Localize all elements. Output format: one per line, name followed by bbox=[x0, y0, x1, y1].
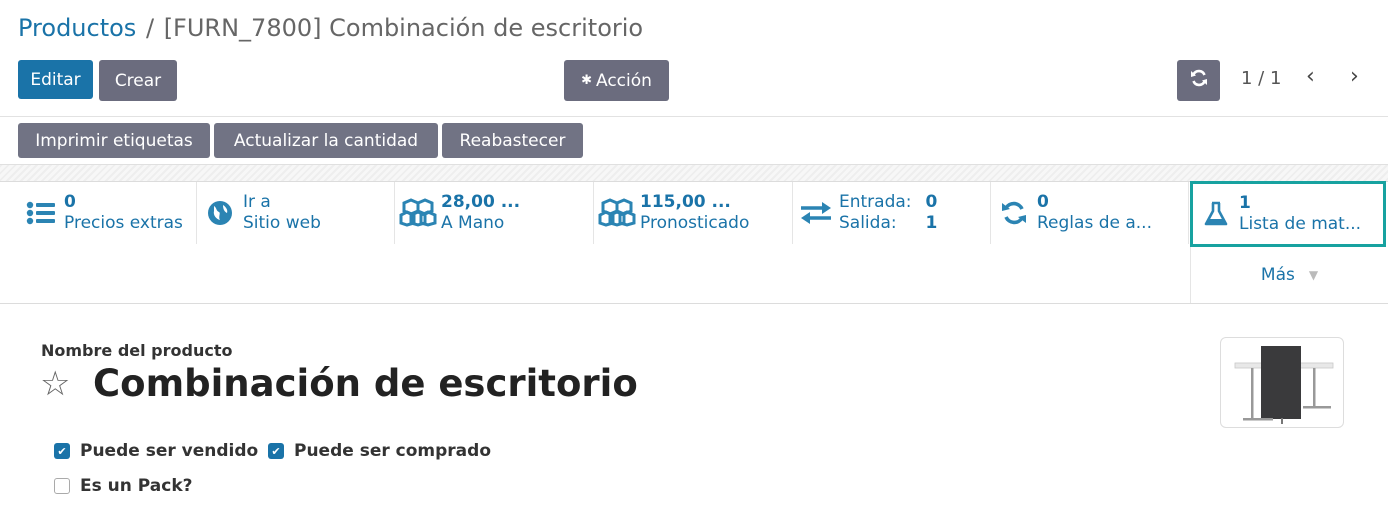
extra-prices-label: Precios extras bbox=[64, 213, 183, 233]
caret-down-icon: ▼ bbox=[1308, 268, 1319, 282]
chevron-right-icon[interactable]: › bbox=[1350, 64, 1359, 89]
can-be-purchased-label: Puede ser comprado bbox=[294, 441, 492, 461]
cubes-icon bbox=[594, 198, 640, 228]
smart-button-bill-of-materials[interactable]: 1 Lista de mat... bbox=[1190, 181, 1386, 247]
print-labels-button[interactable]: Imprimir etiquetas bbox=[18, 123, 210, 158]
smart-button-on-hand[interactable]: 28,00 ... A Mano bbox=[395, 182, 594, 244]
can-be-sold-checkbox[interactable]: ✔ Puede ser vendido bbox=[54, 441, 258, 461]
more-label: Más bbox=[1260, 265, 1295, 285]
exchange-icon bbox=[793, 201, 839, 225]
on-hand-qty: 28,00 ... bbox=[441, 192, 521, 212]
can-be-sold-label: Puede ser vendido bbox=[80, 441, 259, 461]
on-hand-label: A Mano bbox=[441, 213, 505, 233]
checkmark-icon: ✔ bbox=[54, 443, 70, 459]
bom-label: Lista de mat... bbox=[1239, 214, 1362, 234]
forecast-qty: 115,00 ... bbox=[640, 192, 731, 212]
divider bbox=[0, 303, 1388, 304]
list-icon bbox=[18, 201, 64, 225]
product-name-label: Nombre del producto bbox=[41, 341, 233, 360]
is-pack-label: Es un Pack? bbox=[80, 476, 193, 496]
more-dropdown[interactable]: Más ▼ bbox=[1190, 247, 1388, 303]
breadcrumb-separator: / bbox=[145, 14, 155, 42]
website-label: Sitio web bbox=[243, 213, 321, 233]
action-button[interactable]: ✱ Acción bbox=[564, 60, 669, 101]
reorder-rules-count: 0 bbox=[1037, 192, 1049, 212]
bom-count: 1 bbox=[1239, 193, 1251, 213]
website-goto: Ir a bbox=[243, 192, 271, 212]
checkmark-icon: ✔ bbox=[268, 443, 284, 459]
forecast-label: Pronosticado bbox=[640, 213, 750, 233]
out-label: Salida: bbox=[839, 213, 897, 233]
edit-button[interactable]: Editar bbox=[18, 60, 93, 99]
pager-value[interactable]: 1 / 1 bbox=[1241, 68, 1281, 89]
is-pack-checkbox[interactable]: Es un Pack? bbox=[54, 476, 193, 496]
smart-button-forecasted[interactable]: 115,00 ... Pronosticado bbox=[594, 182, 793, 244]
update-quantity-button[interactable]: Actualizar la cantidad bbox=[214, 123, 438, 158]
breadcrumb-current: [FURN_7800] Combinación de escritorio bbox=[163, 14, 644, 42]
refresh-icon bbox=[1189, 68, 1209, 93]
smart-button-in-out[interactable]: Entrada: 0 Salida: 1 bbox=[793, 182, 991, 244]
empty-checkbox-icon bbox=[54, 478, 70, 494]
out-value: 1 bbox=[925, 213, 938, 233]
extra-prices-count: 0 bbox=[64, 192, 76, 212]
smart-button-website[interactable]: Ir a Sitio web bbox=[197, 182, 395, 244]
action-button-label: Acción bbox=[595, 70, 652, 91]
flask-icon bbox=[1193, 201, 1239, 227]
smart-button-reorder-rules[interactable]: 0 Reglas de a... bbox=[991, 182, 1189, 244]
refresh-icon bbox=[991, 200, 1037, 226]
product-name-title[interactable]: Combinación de escritorio bbox=[93, 362, 638, 405]
status-bar bbox=[0, 164, 1388, 182]
product-image[interactable] bbox=[1220, 337, 1344, 428]
create-button[interactable]: Crear bbox=[99, 60, 177, 101]
reorder-rules-label: Reglas de a... bbox=[1037, 213, 1152, 233]
breadcrumb-products-link[interactable]: Productos bbox=[18, 14, 136, 42]
breadcrumb: Productos / [FURN_7800] Combinación de e… bbox=[18, 14, 643, 42]
can-be-purchased-checkbox[interactable]: ✔ Puede ser comprado bbox=[268, 441, 491, 461]
chevron-left-icon[interactable]: ‹ bbox=[1306, 64, 1315, 89]
star-icon[interactable]: ☆ bbox=[40, 364, 70, 404]
in-value: 0 bbox=[925, 192, 938, 212]
in-label: Entrada: bbox=[839, 192, 912, 212]
refresh-button[interactable] bbox=[1177, 60, 1220, 101]
divider bbox=[0, 116, 1388, 117]
cubes-icon bbox=[395, 198, 441, 228]
gear-icon: ✱ bbox=[581, 73, 592, 88]
globe-icon bbox=[197, 200, 243, 226]
smart-button-extra-prices[interactable]: 0 Precios extras bbox=[18, 182, 197, 244]
replenish-button[interactable]: Reabastecer bbox=[442, 123, 583, 158]
